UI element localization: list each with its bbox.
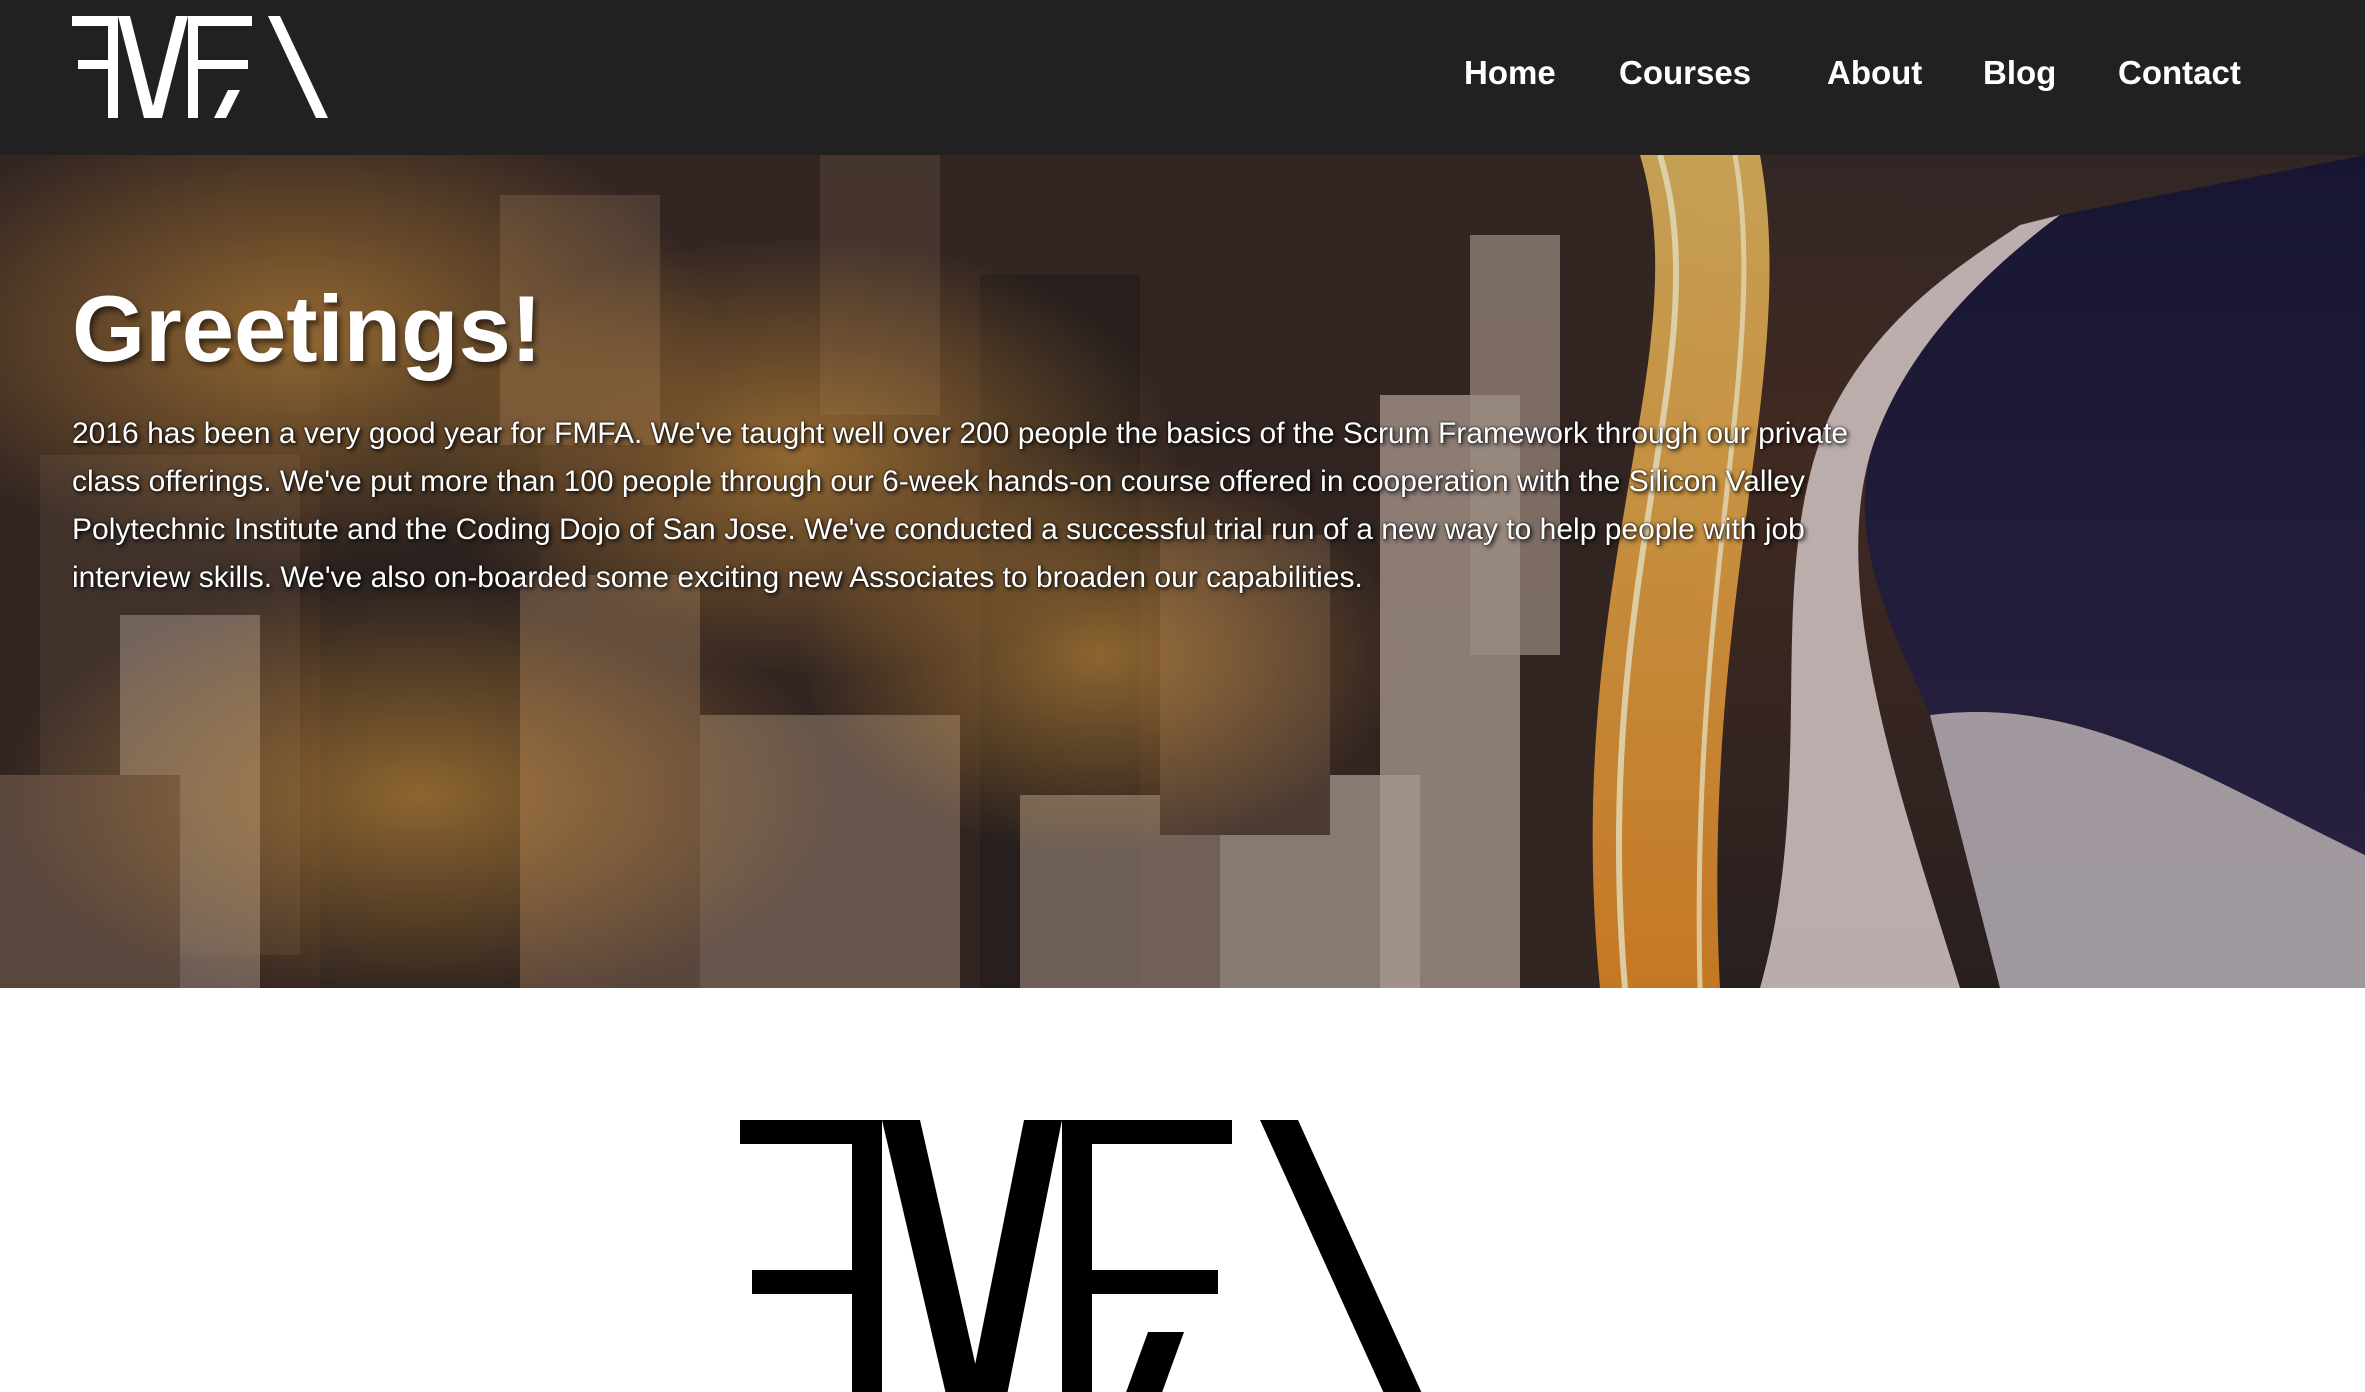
- nav-item-blog[interactable]: Blog: [1983, 50, 2056, 96]
- hero-body-text: 2016 has been a very good year for FMFA.…: [72, 417, 1849, 594]
- nav-item-about[interactable]: About: [1827, 50, 1922, 96]
- nav-item-home[interactable]: Home: [1464, 50, 1556, 96]
- hero-title: Greetings!: [72, 276, 543, 381]
- fmfa-logo-icon[interactable]: [72, 16, 334, 118]
- fmfa-logo-icon: [740, 1120, 1422, 1392]
- nav-item-courses[interactable]: Courses: [1619, 50, 1751, 96]
- hero-section: Greetings! 2016 has been a very good yea…: [0, 155, 2365, 988]
- page: Home Courses About Blog Contact Greeting…: [0, 0, 2365, 1392]
- site-header: Home Courses About Blog Contact: [0, 0, 2365, 155]
- nav-item-contact[interactable]: Contact: [2118, 50, 2241, 96]
